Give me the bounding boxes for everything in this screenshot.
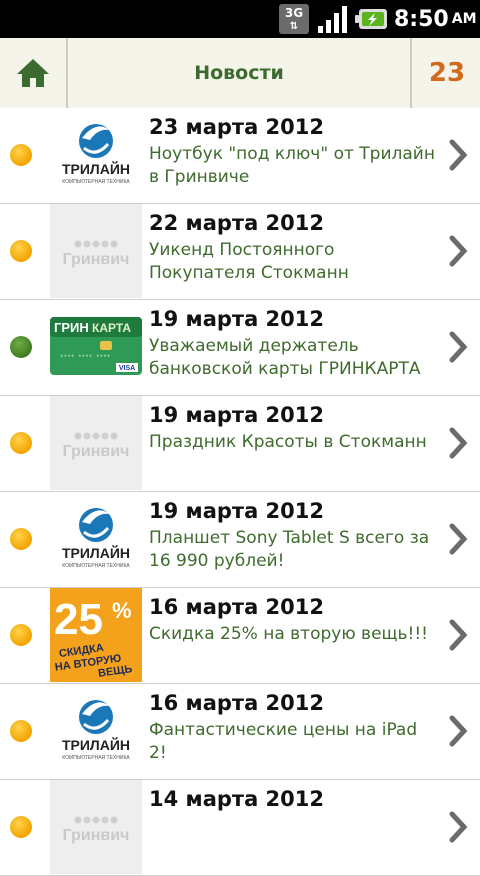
grinvich-logo: Гринвич: [50, 396, 142, 490]
news-item[interactable]: ТРИЛАЙН КОМПЬЮТЕРНАЯ ТЕХНИКА 16 марта 20…: [0, 684, 480, 780]
grinvich-logo: Гринвич: [50, 204, 142, 298]
trilain-logo: ТРИЛАЙН КОМПЬЮТЕРНАЯ ТЕХНИКА: [50, 108, 142, 202]
app-header: Новости 23: [0, 38, 480, 109]
chevron-right-icon: [449, 523, 468, 555]
news-date: 22 марта 2012: [149, 211, 325, 235]
svg-text:КОМПЬЮТЕРНАЯ ТЕХНИКА: КОМПЬЮТЕРНАЯ ТЕХНИКА: [62, 563, 130, 569]
chevron-right-icon: [449, 715, 468, 747]
trilain-logo: ТРИЛАЙН КОМПЬЮТЕРНАЯ ТЕХНИКА: [50, 492, 142, 586]
news-title: Скидка 25% на вторую вещь!!!: [149, 624, 428, 644]
svg-text:ГРИН: ГРИН: [54, 320, 89, 335]
ampm-text: AM: [451, 11, 477, 27]
news-item[interactable]: ГРИН КАРТА **** **** **** VISA 19 марта …: [0, 300, 480, 396]
status-dot: [10, 336, 32, 358]
status-dot: [10, 528, 32, 550]
chevron-right-icon: [449, 331, 468, 363]
status-dot: [10, 240, 32, 262]
svg-text:**** **** ****: **** **** ****: [60, 354, 110, 361]
network-3g-icon: 3G ⇅: [278, 0, 310, 38]
time-text: 8:50: [394, 6, 449, 32]
news-item[interactable]: ТРИЛАЙН КОМПЬЮТЕРНАЯ ТЕХНИКА 23 марта 20…: [0, 108, 480, 204]
clock: 8:50 AM: [394, 0, 480, 38]
news-item[interactable]: Гринвич 19 марта 2012 Праздник Красоты в…: [0, 396, 480, 492]
status-dot: [10, 144, 32, 166]
signal-icon: [316, 0, 350, 38]
status-dot: [10, 720, 32, 742]
trilain-logo: ТРИЛАЙН КОМПЬЮТЕРНАЯ ТЕХНИКА: [50, 684, 142, 778]
svg-text:Гринвич: Гринвич: [63, 827, 130, 844]
news-title: Фантастические цены на iPad 2!: [149, 720, 418, 763]
chevron-right-icon: [449, 235, 468, 267]
news-title: Планшет Sony Tablet S всего за 16 990 ру…: [149, 528, 430, 571]
news-title: Праздник Красоты в Стокманн: [149, 432, 427, 452]
news-date: 19 марта 2012: [149, 403, 325, 427]
news-date: 16 марта 2012: [149, 595, 325, 619]
svg-text:25: 25: [54, 595, 103, 644]
chevron-right-icon: [449, 619, 468, 651]
news-date: 19 марта 2012: [149, 499, 325, 523]
network-label: 3G: [284, 6, 304, 20]
grinvich-logo: Гринвич: [50, 780, 142, 874]
news-title: Уважаемый держатель банковской карты ГРИ…: [149, 336, 421, 379]
svg-text:КОМПЬЮТЕРНАЯ ТЕХНИКА: КОМПЬЮТЕРНАЯ ТЕХНИКА: [62, 755, 130, 761]
news-count-badge[interactable]: 23: [410, 38, 480, 108]
home-icon: [17, 59, 49, 87]
svg-text:%: %: [112, 598, 132, 623]
chevron-right-icon: [449, 427, 468, 459]
news-date: 19 марта 2012: [149, 307, 325, 331]
news-date: 23 марта 2012: [149, 115, 325, 139]
status-dot: [10, 432, 32, 454]
svg-text:Гринвич: Гринвич: [63, 251, 130, 268]
home-button[interactable]: [0, 38, 68, 108]
chevron-right-icon: [449, 811, 468, 843]
news-item[interactable]: 25 % СКИДКА НА ВТОРУЮ ВЕЩЬ 16 марта 2012…: [0, 588, 480, 684]
news-list: ТРИЛАЙН КОМПЬЮТЕРНАЯ ТЕХНИКА 23 марта 20…: [0, 108, 480, 876]
status-dot: [10, 624, 32, 646]
battery-charging-icon: [355, 0, 389, 38]
status-bar: 3G ⇅ 8:50 AM: [0, 0, 480, 38]
news-date: 16 марта 2012: [149, 691, 325, 715]
svg-text:ТРИЛАЙН: ТРИЛАЙН: [62, 160, 130, 177]
news-title: Уикенд Постоянного Покупателя Стокманн: [149, 240, 349, 283]
chevron-right-icon: [449, 139, 468, 171]
status-dot: [10, 816, 32, 838]
news-item[interactable]: ТРИЛАЙН КОМПЬЮТЕРНАЯ ТЕХНИКА 19 марта 20…: [0, 492, 480, 588]
svg-text:Гринвич: Гринвич: [63, 443, 130, 460]
news-title: Ноутбук "под ключ" от Трилайн в Гринвиче: [149, 144, 435, 187]
svg-text:КАРТА: КАРТА: [92, 321, 131, 335]
news-date: 14 марта 2012: [149, 787, 325, 811]
page-title: Новости: [194, 62, 284, 84]
news-item[interactable]: Гринвич 22 марта 2012 Уикенд Постоянного…: [0, 204, 480, 300]
svg-text:ТРИЛАЙН: ТРИЛАЙН: [62, 736, 130, 753]
svg-text:ТРИЛАЙН: ТРИЛАЙН: [62, 544, 130, 561]
grinkarta-logo: ГРИН КАРТА **** **** **** VISA: [50, 300, 142, 394]
discount-25-logo: 25 % СКИДКА НА ВТОРУЮ ВЕЩЬ: [50, 588, 142, 682]
svg-text:КОМПЬЮТЕРНАЯ ТЕХНИКА: КОМПЬЮТЕРНАЯ ТЕХНИКА: [62, 179, 130, 185]
svg-text:VISA: VISA: [119, 365, 135, 372]
news-item[interactable]: Гринвич 14 марта 2012: [0, 780, 480, 876]
